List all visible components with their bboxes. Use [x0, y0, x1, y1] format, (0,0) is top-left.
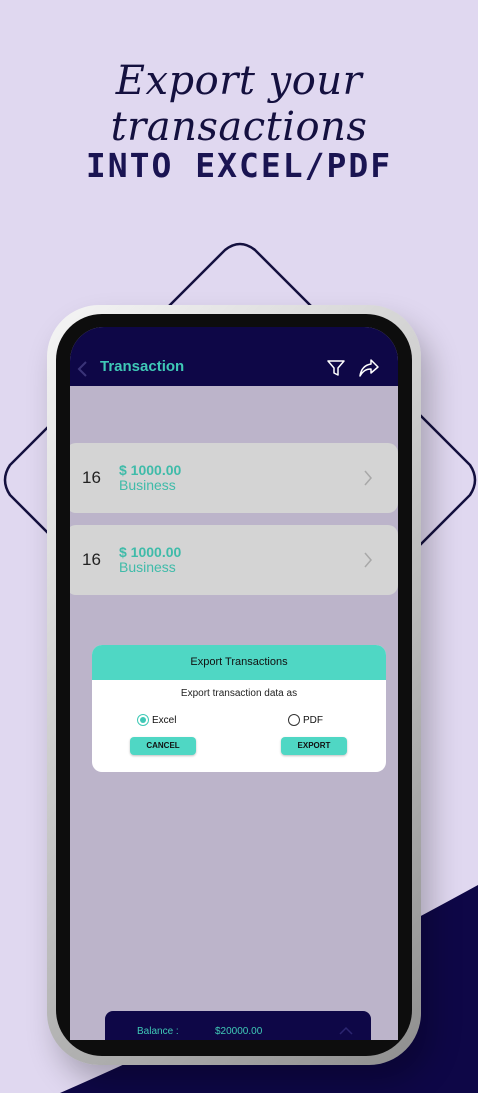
filter-icon [327, 360, 345, 376]
phone-screen: Transaction 16 $ 1000.00 Business 16 $ 1… [70, 327, 398, 1040]
app-header: Transaction [70, 327, 398, 386]
transaction-card[interactable]: 16 $ 1000.00 Business [70, 525, 398, 595]
transaction-category: Business [119, 477, 176, 493]
balance-value: $20000.00 [215, 1026, 263, 1037]
balance-bar: Balance : $20000.00 [105, 1011, 371, 1040]
filter-button[interactable] [326, 358, 346, 378]
radio-excel-label[interactable]: Excel [152, 715, 176, 726]
radio-pdf-label[interactable]: PDF [303, 715, 323, 726]
radio-excel[interactable] [137, 714, 149, 726]
share-icon [359, 359, 379, 377]
dialog-prompt: Export transaction data as [180, 688, 298, 699]
chevron-right-icon [364, 470, 372, 486]
share-button[interactable] [358, 358, 380, 378]
headline-bold: INTO EXCEL/PDF [85, 146, 393, 185]
transaction-day: 16 [82, 550, 101, 569]
radio-pdf[interactable] [288, 714, 300, 726]
back-button[interactable] [76, 357, 90, 381]
cancel-button[interactable]: CANCEL [130, 737, 196, 755]
transaction-amount: $ 1000.00 [119, 462, 182, 478]
export-button[interactable]: EXPORT [281, 737, 347, 755]
balance-label: Balance : [137, 1026, 179, 1037]
transaction-card[interactable]: 16 $ 1000.00 Business [70, 443, 398, 513]
dialog-title: Export Transactions [92, 645, 386, 680]
chevron-up-icon[interactable] [339, 1026, 353, 1035]
chevron-left-icon [77, 361, 87, 377]
page-title: Transaction [100, 358, 185, 375]
chevron-right-icon [364, 552, 372, 568]
headline-script: Export your transactions [110, 58, 368, 150]
export-dialog: Export Transactions Export transaction d… [92, 645, 386, 772]
transaction-category: Business [119, 559, 176, 575]
transaction-day: 16 [82, 468, 101, 487]
transaction-amount: $ 1000.00 [119, 544, 182, 560]
